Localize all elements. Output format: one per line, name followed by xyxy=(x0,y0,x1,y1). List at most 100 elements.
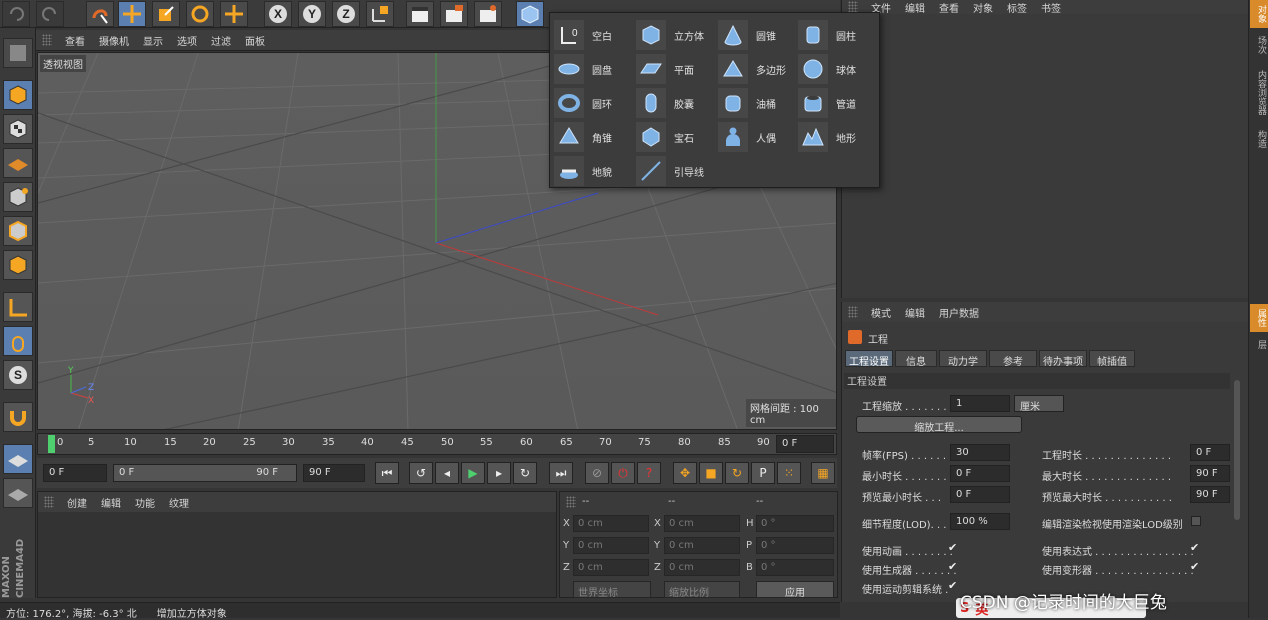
size-y-field[interactable]: 0 cm xyxy=(664,537,740,554)
grip-handle[interactable] xyxy=(848,306,858,318)
snap-icon[interactable]: S xyxy=(3,360,33,390)
menu-display[interactable]: 显示 xyxy=(136,33,170,48)
cube-icon[interactable] xyxy=(516,1,544,27)
axis-mode-icon[interactable] xyxy=(3,292,33,322)
menu-create[interactable]: 创建 xyxy=(60,495,94,510)
lock-workplane-icon[interactable] xyxy=(3,444,33,474)
redo-icon[interactable] xyxy=(36,1,64,27)
polygon-mode-icon[interactable] xyxy=(3,250,33,280)
menu-item-oil-tank[interactable]: 油桶 xyxy=(718,88,776,118)
go-end-icon[interactable]: ⏭ xyxy=(549,462,573,484)
next-key-icon[interactable]: ↻ xyxy=(513,462,537,484)
auto-key-icon[interactable]: ⏻ xyxy=(611,462,635,484)
tab-project-settings[interactable]: 工程设置 xyxy=(845,350,893,368)
tab-layers[interactable]: 层 xyxy=(1250,334,1268,354)
keyframe-help-icon[interactable]: ? xyxy=(637,462,661,484)
rotation-p-field[interactable]: 0 ° xyxy=(756,537,834,554)
preview-min-field[interactable]: 0 F xyxy=(950,486,1010,503)
texture-mode-icon[interactable] xyxy=(3,114,33,144)
render-view-icon[interactable] xyxy=(406,1,434,27)
z-axis-icon[interactable]: Z xyxy=(332,1,360,27)
max-time-field[interactable]: 90 F xyxy=(1190,465,1230,482)
position-y-field[interactable]: 0 cm xyxy=(573,537,649,554)
menu-item-sphere[interactable]: 球体 xyxy=(798,54,856,84)
menu-panel[interactable]: 面板 xyxy=(238,33,272,48)
menu-options[interactable]: 选项 xyxy=(170,33,204,48)
grip-handle[interactable] xyxy=(42,34,52,46)
menu-item-pyramid[interactable]: 角锥 xyxy=(554,122,612,152)
live-select-icon[interactable] xyxy=(86,1,114,27)
record-icon[interactable]: ⊘ xyxy=(585,462,609,484)
tab-attributes[interactable]: 属性 xyxy=(1250,304,1268,332)
menu-item-tube[interactable]: 管道 xyxy=(798,88,856,118)
render-pic-icon[interactable] xyxy=(440,1,468,27)
size-x-field[interactable]: 0 cm xyxy=(664,515,740,532)
world-coord-select[interactable]: 世界坐标 xyxy=(573,581,651,599)
tab-structure[interactable]: 构造 xyxy=(1250,124,1268,154)
menu-item-plane[interactable]: 平面 xyxy=(636,54,694,84)
scale-icon[interactable] xyxy=(152,1,180,27)
lod-field[interactable]: 100 % xyxy=(950,513,1010,530)
menu-object[interactable]: 对象 xyxy=(966,0,1000,15)
menu-item-cone[interactable]: 圆锥 xyxy=(718,20,776,50)
key-point-icon[interactable]: ⁙ xyxy=(777,462,801,484)
tab-dynamics[interactable]: 动力学 xyxy=(939,350,987,368)
tab-objects[interactable]: 对象 xyxy=(1250,0,1268,28)
preview-max-field[interactable]: 90 F xyxy=(1190,486,1230,503)
min-time-field[interactable]: 0 F xyxy=(950,465,1010,482)
menu-item-cube[interactable]: 立方体 xyxy=(636,20,704,50)
grip-handle[interactable] xyxy=(566,496,576,508)
menu-item-capsule[interactable]: 胶囊 xyxy=(636,88,694,118)
use-expression-checkbox[interactable]: ✔ xyxy=(1190,542,1202,554)
tab-reference[interactable]: 参考 xyxy=(989,350,1037,368)
menu-tag[interactable]: 标签 xyxy=(1000,0,1034,15)
playhead[interactable] xyxy=(48,435,55,453)
menu-view[interactable]: 查看 xyxy=(58,33,92,48)
menu-mode[interactable]: 模式 xyxy=(864,305,898,320)
menu-item-null[interactable]: 0 空白 xyxy=(554,20,612,50)
rotation-h-field[interactable]: 0 ° xyxy=(756,515,834,532)
menu-edit[interactable]: 编辑 xyxy=(898,305,932,320)
position-z-field[interactable]: 0 cm xyxy=(573,559,649,576)
edge-mode-icon[interactable] xyxy=(3,216,33,246)
menu-bookmark[interactable]: 书签 xyxy=(1034,0,1068,15)
undo-icon[interactable] xyxy=(2,1,30,27)
position-x-field[interactable]: 0 cm xyxy=(573,515,649,532)
key-rotate-icon[interactable]: ↻ xyxy=(725,462,749,484)
tab-content-browser[interactable]: 内容浏览器 xyxy=(1250,62,1268,122)
go-start-icon[interactable]: ⏮ xyxy=(375,462,399,484)
menu-function[interactable]: 功能 xyxy=(128,495,162,510)
frame-range-slider[interactable]: 0 F 90 F xyxy=(113,464,297,482)
menu-item-cylinder[interactable]: 圆柱 xyxy=(798,20,856,50)
scrollbar[interactable] xyxy=(1234,380,1240,520)
render-lod-checkbox[interactable] xyxy=(1191,516,1201,526)
tweak-mode-icon[interactable] xyxy=(3,326,33,356)
menu-filter[interactable]: 过滤 xyxy=(204,33,238,48)
use-generator-checkbox[interactable]: ✔ xyxy=(948,561,960,573)
key-param-icon[interactable]: P xyxy=(751,462,775,484)
menu-user-data[interactable]: 用户数据 xyxy=(932,305,986,320)
menu-view[interactable]: 查看 xyxy=(932,0,966,15)
menu-item-terrain[interactable]: 地形 xyxy=(798,122,856,152)
scale-project-button[interactable]: 缩放工程... xyxy=(856,416,1022,434)
scale-mode-select[interactable]: 缩放比例 xyxy=(664,581,740,599)
y-axis-icon[interactable]: Y xyxy=(298,1,326,27)
key-scale-icon[interactable]: ■ xyxy=(699,462,723,484)
make-editable-icon[interactable] xyxy=(3,38,33,68)
tab-todo[interactable]: 待办事项 xyxy=(1039,350,1087,368)
end-frame-field[interactable]: 90 F xyxy=(303,464,365,482)
tab-key-interpolation[interactable]: 帧插值 xyxy=(1089,350,1135,368)
rotation-b-field[interactable]: 0 ° xyxy=(756,559,834,576)
timeline-window-icon[interactable]: ▦ xyxy=(811,462,835,484)
x-axis-icon[interactable]: X xyxy=(264,1,292,27)
render-settings-icon[interactable] xyxy=(474,1,502,27)
menu-item-torus[interactable]: 圆环 xyxy=(554,88,612,118)
project-scale-field[interactable]: 1 xyxy=(950,395,1010,412)
menu-item-figure[interactable]: 人偶 xyxy=(718,122,776,152)
unit-select[interactable]: 厘米 xyxy=(1014,395,1064,413)
menu-edit[interactable]: 编辑 xyxy=(94,495,128,510)
duration-field[interactable]: 0 F xyxy=(1190,444,1230,461)
fps-field[interactable]: 30 xyxy=(950,444,1010,461)
key-position-icon[interactable]: ✥ xyxy=(673,462,697,484)
size-z-field[interactable]: 0 cm xyxy=(664,559,740,576)
